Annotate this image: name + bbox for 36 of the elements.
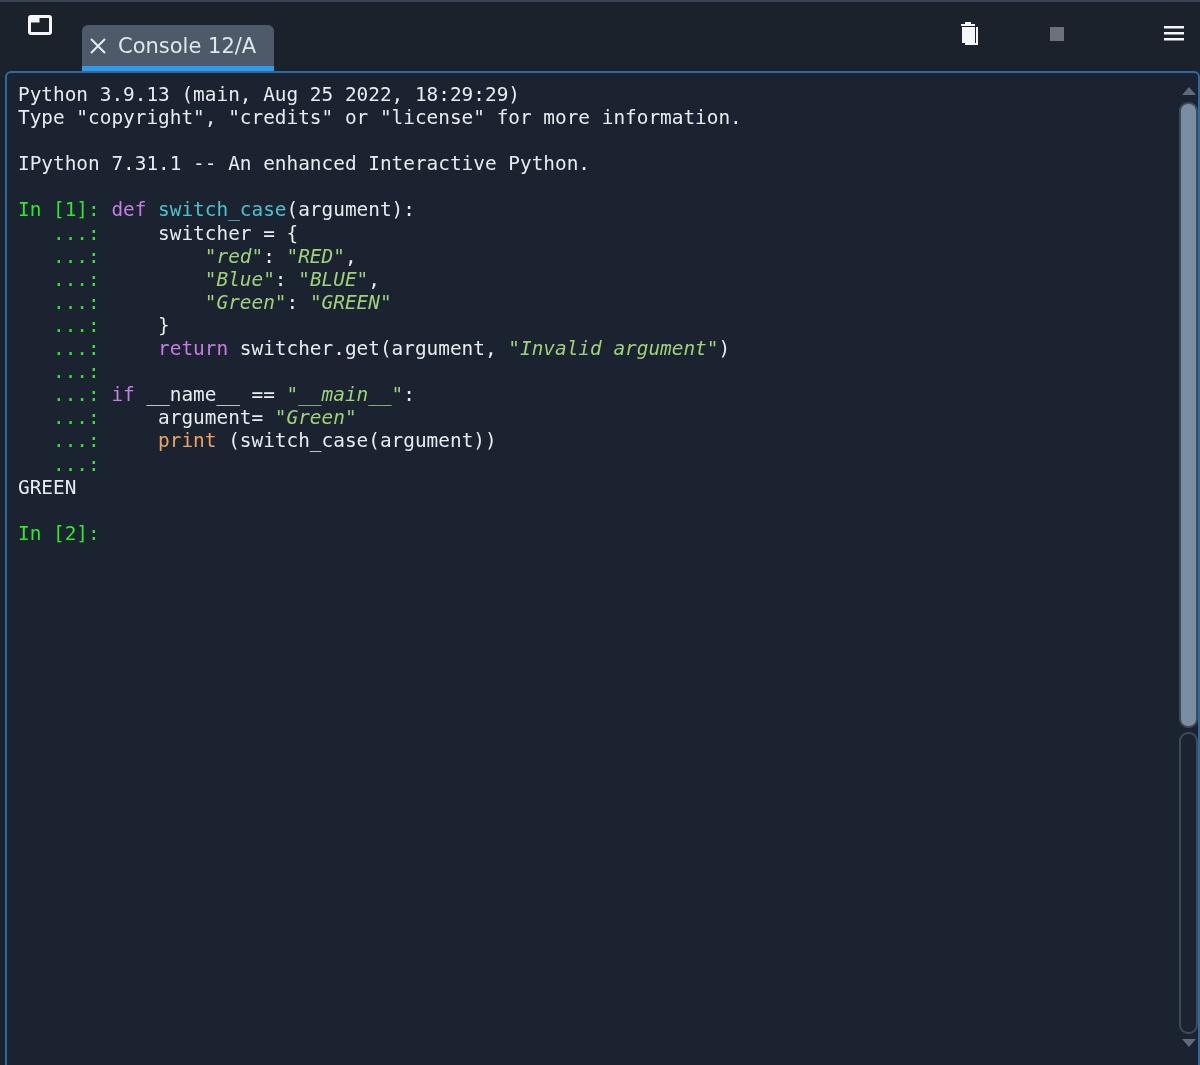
- input-prompt: ...:: [52, 221, 100, 245]
- code-line: switcher = {: [157, 221, 299, 245]
- code-line: "red": "RED",: [203, 244, 357, 268]
- output-line: Python 3.9.13 (main, Aug 25 2022, 18:29:29): [18, 83, 520, 107]
- code-line: return switcher.get(argument, "Invalid argument"): [157, 337, 731, 361]
- output-line: IPython 7.31.1 -- An enhanced Interactive Python.: [18, 152, 591, 176]
- console-tab[interactable]: Console 12/A: [82, 25, 275, 71]
- input-prompt: ...:: [52, 313, 100, 338]
- menu-icon: [1164, 26, 1184, 41]
- output-line: Type "copyright", "credits" or "license" for more information.: [18, 106, 742, 130]
- trash-icon: [958, 20, 980, 47]
- input-prompt: ...:: [52, 337, 100, 361]
- code-line: "Blue": "BLUE",: [203, 267, 380, 291]
- close-icon: [90, 37, 106, 54]
- input-prompt: In [1]:: [18, 198, 100, 222]
- output-line: GREEN: [18, 475, 77, 499]
- code-line: argument= "Green": [157, 406, 357, 430]
- input-prompt: ...:: [52, 429, 100, 453]
- input-prompt: ...:: [52, 383, 100, 407]
- code-line: if __name__ == "__main__":: [111, 383, 415, 407]
- window-icon: [28, 15, 52, 35]
- input-prompt: ...:: [52, 267, 100, 291]
- input-prompt: ...:: [52, 360, 100, 384]
- input-prompt: In [2]:: [18, 521, 100, 545]
- window-button[interactable]: [28, 15, 52, 35]
- menu-button[interactable]: [1164, 26, 1184, 41]
- input-prompt: ...:: [52, 244, 100, 268]
- input-prompt: ...:: [52, 290, 100, 314]
- input-prompt: ...:: [52, 452, 100, 476]
- code-line: print (switch_case(argument)): [157, 429, 497, 453]
- trash-button[interactable]: [958, 20, 980, 47]
- code-line: def switch_case(argument):: [111, 198, 415, 222]
- code-line: "Green": "GREEN": [203, 290, 392, 314]
- code-line: }: [157, 313, 170, 338]
- input-prompt: ...:: [52, 406, 100, 430]
- stop-icon: [1050, 26, 1064, 41]
